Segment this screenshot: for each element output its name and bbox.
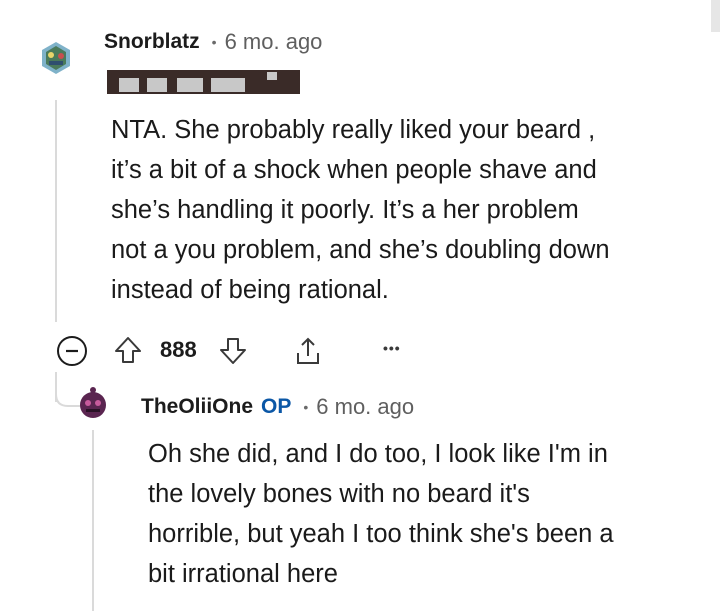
comment-body-line: it’s a bit of a shock when people shave … <box>111 156 597 184</box>
share-button[interactable] <box>291 333 325 369</box>
reply-avatar[interactable] <box>76 386 110 420</box>
separator-dot: • <box>303 399 309 415</box>
reply-header: TheOliiOne OP • 6 mo. ago <box>141 393 414 421</box>
share-icon <box>297 337 319 364</box>
snoo-avatar-icon <box>80 387 106 418</box>
downvote-button[interactable] <box>217 334 249 368</box>
thread-line[interactable] <box>92 430 94 611</box>
comment-header: Snorblatz • 6 mo. ago <box>104 28 322 56</box>
comment-body-line: she’s handling it poorly. It’s a her pro… <box>111 196 579 224</box>
collapse-minus-icon <box>57 336 87 366</box>
comment-username[interactable]: Snorblatz <box>104 30 200 54</box>
reply-timestamp: 6 mo. ago <box>316 394 415 419</box>
separator-dot: • <box>211 34 217 50</box>
comment-body-line: NTA. She probably really liked your bear… <box>111 116 596 144</box>
thread-line[interactable] <box>55 100 57 322</box>
comment-body: NTA. She probably really liked your bear… <box>111 110 691 310</box>
op-badge: OP <box>261 395 292 418</box>
snoo-avatar-icon <box>42 42 70 74</box>
vote-count: 888 <box>160 337 197 362</box>
user-flair <box>107 70 300 94</box>
reply-body-line: horrible, but yeah I too think she's bee… <box>148 520 614 548</box>
reply-body: Oh she did, and I do too, I look like I'… <box>148 434 708 594</box>
more-options-button[interactable]: ••• <box>383 340 401 356</box>
collapse-button[interactable] <box>54 333 90 369</box>
scrollbar-thumb[interactable] <box>711 0 720 32</box>
reply-body-line: Oh she did, and I do too, I look like I'… <box>148 440 608 468</box>
comment-timestamp: 6 mo. ago <box>224 29 323 54</box>
reply-username[interactable]: TheOliiOne <box>141 395 253 419</box>
user-avatar[interactable] <box>39 41 73 75</box>
reply-body-line: bit irrational here <box>148 560 338 588</box>
downvote-arrow-icon <box>220 338 246 364</box>
upvote-arrow-icon <box>115 337 141 363</box>
upvote-button[interactable] <box>112 333 144 367</box>
comment-body-line: instead of being rational. <box>111 276 389 304</box>
reply-body-line: the lovely bones with no beard it's <box>148 480 530 508</box>
comment-body-line: not a you problem, and she’s doubling do… <box>111 236 610 264</box>
